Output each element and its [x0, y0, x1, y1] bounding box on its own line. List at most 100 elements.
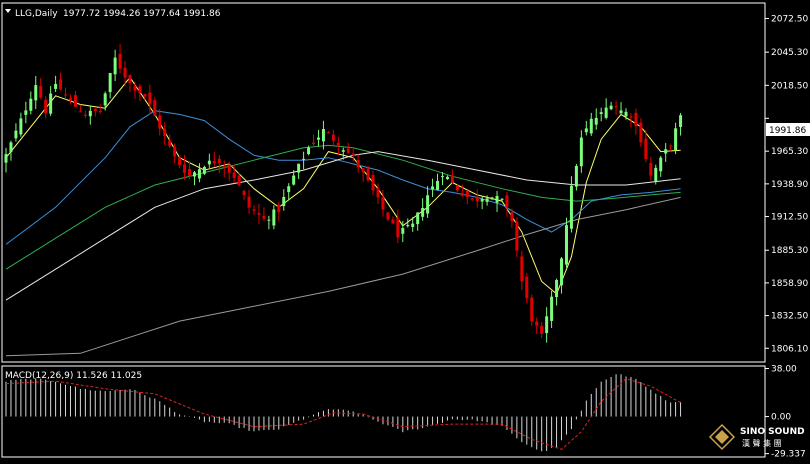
price-tick-label: 1938.90: [771, 180, 808, 190]
price-tick-label: 1858.90: [771, 279, 808, 289]
chart-svg: 2072.50 2045.30 2018.50 1965.30 1938.90 1912.…: [0, 0, 810, 460]
candle-body: [485, 198, 489, 202]
candle-body: [108, 73, 112, 93]
candle-body: [78, 111, 82, 113]
candle-body: [257, 213, 261, 215]
candle-body: [520, 256, 524, 282]
chart-stage: 2072.50 2045.30 2018.50 1965.30 1938.90 1912.…: [0, 0, 810, 460]
candle-body: [505, 195, 509, 208]
candle-body: [609, 105, 613, 110]
candle-body: [128, 75, 132, 83]
candle-body: [619, 110, 623, 114]
candle-body: [297, 163, 301, 173]
candle-body: [465, 190, 469, 198]
candle-body: [88, 110, 92, 117]
candle-body: [411, 223, 415, 227]
macd-tick-label: 38.00: [771, 365, 797, 375]
candle-body: [118, 53, 122, 69]
candle-body: [550, 296, 554, 321]
candle-body: [287, 186, 291, 193]
candle-body: [212, 161, 216, 164]
candle-body: [351, 153, 355, 156]
candle-body: [282, 196, 286, 207]
candle: [202, 165, 206, 176]
macd-label: MACD(12,26,9) 11.526 11.025: [5, 371, 142, 381]
candle-body: [644, 138, 648, 160]
candle-body: [232, 172, 236, 178]
candle-body: [490, 197, 494, 200]
candle-body: [138, 86, 142, 94]
candle-body: [192, 172, 196, 177]
candle-body: [396, 217, 400, 238]
macd-tick-label: -29.337: [771, 450, 806, 460]
candle-body: [292, 175, 296, 185]
candle-body: [262, 216, 266, 219]
candle-body: [29, 98, 33, 111]
candle-body: [436, 180, 440, 190]
candle-body: [24, 110, 28, 115]
candle-body: [331, 134, 335, 141]
candle-body: [440, 176, 444, 178]
candle-body: [202, 166, 206, 174]
price-tick-label: 2072.50: [771, 14, 808, 24]
candle-body: [455, 185, 459, 191]
candle-body: [222, 166, 226, 168]
candle-body: [207, 160, 211, 165]
candle-body: [237, 175, 241, 186]
candle-body: [589, 118, 593, 134]
candle-body: [535, 321, 539, 326]
candle: [530, 294, 534, 326]
candle-body: [406, 225, 410, 227]
price-tick-label: 1965.30: [771, 147, 808, 157]
candle-body: [639, 122, 643, 143]
candle-body: [391, 219, 395, 224]
candle-body: [39, 85, 43, 98]
candle-body: [183, 164, 187, 173]
candle-body: [450, 175, 454, 183]
price-tag-label: 1991.86: [769, 126, 806, 136]
candle-body: [475, 197, 479, 202]
candle-body: [555, 279, 559, 298]
candle-body: [158, 115, 162, 129]
candle-body: [68, 98, 72, 101]
candle-body: [530, 297, 534, 322]
candle-body: [316, 137, 320, 140]
candle: [366, 166, 370, 183]
candle-body: [148, 92, 152, 105]
candle-body: [579, 137, 583, 167]
candle-body: [480, 199, 484, 202]
candle-body: [624, 111, 628, 117]
candle-body: [59, 79, 63, 90]
price-tick-label: 1832.50: [771, 312, 808, 322]
candle-body: [426, 195, 430, 214]
candle-body: [674, 128, 678, 151]
candle-body: [163, 128, 167, 136]
candle-body: [510, 212, 514, 222]
candle-body: [649, 163, 653, 176]
candle-body: [44, 99, 48, 114]
candle-body: [361, 168, 365, 173]
brand-name: SINO SOUND: [740, 427, 805, 437]
price-tick-label: 2045.30: [771, 48, 808, 58]
candle-body: [460, 193, 464, 196]
candle-body: [302, 158, 306, 160]
candle-body: [321, 128, 325, 142]
candle-body: [515, 221, 519, 251]
candle-body: [267, 219, 271, 221]
candle-body: [34, 85, 38, 101]
candle-body: [93, 108, 97, 112]
candle-body: [371, 174, 375, 191]
candle-body: [376, 188, 380, 198]
candle-body: [113, 57, 117, 75]
candle-body: [366, 168, 370, 181]
price-tick-label: 1806.10: [771, 344, 808, 354]
candle: [564, 217, 568, 268]
candle-body: [227, 164, 231, 173]
candle-body: [421, 208, 425, 217]
candle-body: [341, 150, 345, 152]
candle-body: [188, 168, 192, 177]
candle-body: [64, 94, 68, 96]
candle: [574, 163, 578, 191]
candle-body: [4, 154, 8, 163]
candle-body: [326, 132, 330, 134]
